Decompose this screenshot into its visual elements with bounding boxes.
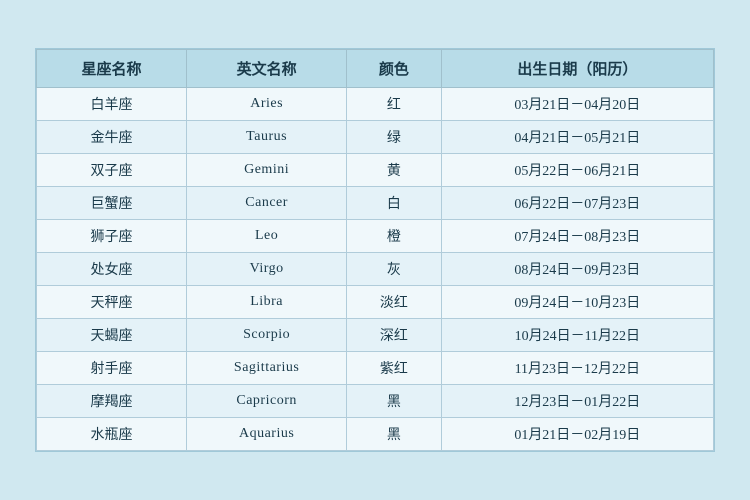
cell-english: Capricorn <box>187 385 347 418</box>
table-row: 白羊座Aries红03月21日－04月20日 <box>37 88 714 121</box>
col-header-english: 英文名称 <box>187 50 347 88</box>
table-row: 处女座Virgo灰08月24日－09月23日 <box>37 253 714 286</box>
cell-dates: 05月22日－06月21日 <box>441 154 713 187</box>
cell-english: Scorpio <box>187 319 347 352</box>
cell-color: 绿 <box>347 121 442 154</box>
cell-chinese: 射手座 <box>37 352 187 385</box>
cell-dates: 09月24日－10月23日 <box>441 286 713 319</box>
cell-chinese: 摩羯座 <box>37 385 187 418</box>
cell-english: Leo <box>187 220 347 253</box>
cell-dates: 06月22日－07月23日 <box>441 187 713 220</box>
table-body: 白羊座Aries红03月21日－04月20日金牛座Taurus绿04月21日－0… <box>37 88 714 451</box>
cell-english: Virgo <box>187 253 347 286</box>
cell-dates: 07月24日－08月23日 <box>441 220 713 253</box>
cell-color: 紫红 <box>347 352 442 385</box>
cell-chinese: 巨蟹座 <box>37 187 187 220</box>
cell-chinese: 双子座 <box>37 154 187 187</box>
cell-dates: 12月23日－01月22日 <box>441 385 713 418</box>
cell-color: 黑 <box>347 385 442 418</box>
cell-english: Sagittarius <box>187 352 347 385</box>
table-row: 水瓶座Aquarius黑01月21日－02月19日 <box>37 418 714 451</box>
cell-chinese: 金牛座 <box>37 121 187 154</box>
cell-english: Libra <box>187 286 347 319</box>
cell-chinese: 处女座 <box>37 253 187 286</box>
col-header-dates: 出生日期（阳历） <box>441 50 713 88</box>
cell-chinese: 天蝎座 <box>37 319 187 352</box>
zodiac-table-container: 星座名称 英文名称 颜色 出生日期（阳历） 白羊座Aries红03月21日－04… <box>35 48 715 452</box>
cell-color: 黑 <box>347 418 442 451</box>
table-row: 双子座Gemini黄05月22日－06月21日 <box>37 154 714 187</box>
cell-english: Gemini <box>187 154 347 187</box>
table-row: 巨蟹座Cancer白06月22日－07月23日 <box>37 187 714 220</box>
cell-color: 淡红 <box>347 286 442 319</box>
cell-chinese: 白羊座 <box>37 88 187 121</box>
cell-chinese: 水瓶座 <box>37 418 187 451</box>
cell-dates: 08月24日－09月23日 <box>441 253 713 286</box>
table-row: 射手座Sagittarius紫红11月23日－12月22日 <box>37 352 714 385</box>
zodiac-table: 星座名称 英文名称 颜色 出生日期（阳历） 白羊座Aries红03月21日－04… <box>36 49 714 451</box>
cell-english: Taurus <box>187 121 347 154</box>
cell-chinese: 天秤座 <box>37 286 187 319</box>
cell-color: 红 <box>347 88 442 121</box>
col-header-chinese: 星座名称 <box>37 50 187 88</box>
table-row: 金牛座Taurus绿04月21日－05月21日 <box>37 121 714 154</box>
table-row: 狮子座Leo橙07月24日－08月23日 <box>37 220 714 253</box>
cell-color: 灰 <box>347 253 442 286</box>
table-row: 摩羯座Capricorn黑12月23日－01月22日 <box>37 385 714 418</box>
table-row: 天蝎座Scorpio深红10月24日－11月22日 <box>37 319 714 352</box>
cell-dates: 01月21日－02月19日 <box>441 418 713 451</box>
cell-dates: 11月23日－12月22日 <box>441 352 713 385</box>
cell-chinese: 狮子座 <box>37 220 187 253</box>
cell-color: 深红 <box>347 319 442 352</box>
cell-color: 白 <box>347 187 442 220</box>
cell-english: Cancer <box>187 187 347 220</box>
table-header-row: 星座名称 英文名称 颜色 出生日期（阳历） <box>37 50 714 88</box>
cell-dates: 03月21日－04月20日 <box>441 88 713 121</box>
cell-english: Aries <box>187 88 347 121</box>
cell-dates: 04月21日－05月21日 <box>441 121 713 154</box>
table-row: 天秤座Libra淡红09月24日－10月23日 <box>37 286 714 319</box>
cell-color: 橙 <box>347 220 442 253</box>
cell-english: Aquarius <box>187 418 347 451</box>
cell-dates: 10月24日－11月22日 <box>441 319 713 352</box>
cell-color: 黄 <box>347 154 442 187</box>
col-header-color: 颜色 <box>347 50 442 88</box>
